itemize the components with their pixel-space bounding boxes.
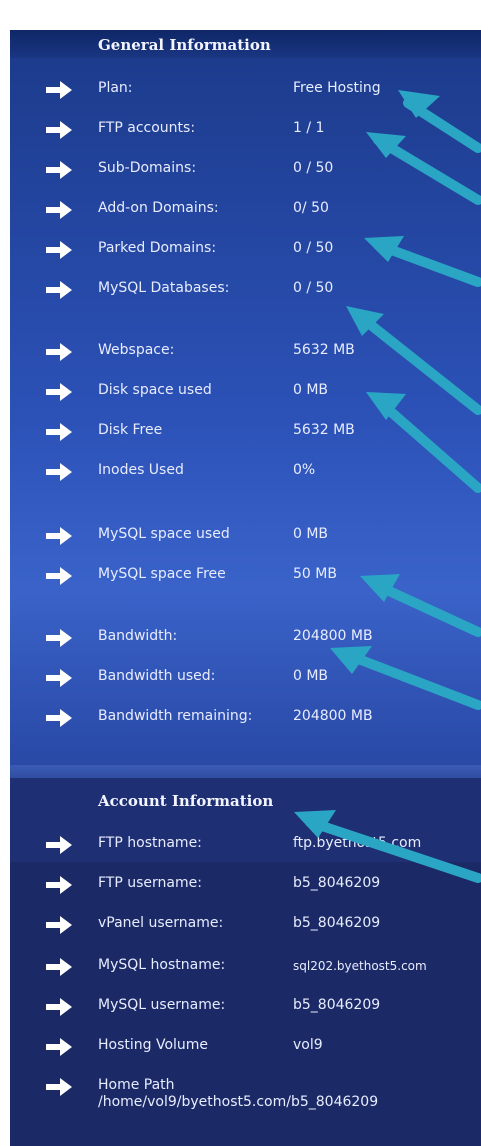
value-bandwidth: 204800 MB (293, 628, 373, 644)
row-bandwidth-remaining: Bandwidth remaining: 204800 MB (0, 703, 481, 733)
right-arrow-icon (46, 998, 72, 1016)
row-sub-domains: Sub-Domains: 0 / 50 (0, 155, 481, 185)
right-arrow-icon (46, 958, 72, 976)
right-arrow-icon (46, 527, 72, 545)
general-information-heading: General Information (98, 36, 271, 54)
value-mysql-hostname: sql202.byethost5.com (293, 959, 427, 973)
right-arrow-icon (46, 836, 72, 854)
value-ftp-accounts: 1 / 1 (293, 120, 325, 136)
value-ftp-username: b5_8046209 (293, 875, 381, 891)
row-bandwidth: Bandwidth: 204800 MB (0, 623, 481, 653)
label-addon-domains: Add-on Domains: (98, 200, 219, 216)
value-parked-domains: 0 / 50 (293, 240, 334, 256)
label-home-path: Home Path (98, 1077, 175, 1093)
right-arrow-icon (46, 241, 72, 259)
right-arrow-icon (46, 161, 72, 179)
value-plan: Free Hosting (293, 80, 381, 96)
row-disk-space-used: Disk space used 0 MB (0, 377, 481, 407)
value-disk-free: 5632 MB (293, 422, 355, 438)
value-home-path: /home/vol9/byethost5.com/b5_8046209 (98, 1094, 379, 1110)
label-sub-domains: Sub-Domains: (98, 160, 197, 176)
right-arrow-icon (46, 1038, 72, 1056)
value-mysql-space-used: 0 MB (293, 526, 329, 542)
label-bandwidth-remaining: Bandwidth remaining: (98, 708, 253, 724)
row-parked-domains: Parked Domains: 0 / 50 (0, 235, 481, 265)
value-ftp-hostname: ftp.byethost5.com (293, 835, 422, 851)
label-bandwidth-used: Bandwidth used: (98, 668, 216, 684)
label-mysql-databases: MySQL Databases: (98, 280, 230, 296)
label-disk-space-used: Disk space used (98, 382, 212, 398)
row-ftp-accounts: FTP accounts: 1 / 1 (0, 115, 481, 145)
row-ftp-hostname: FTP hostname: ftp.byethost5.com (0, 830, 481, 860)
value-hosting-volume: vol9 (293, 1037, 323, 1053)
row-plan: Plan: Free Hosting (0, 75, 481, 105)
right-arrow-icon (46, 383, 72, 401)
right-arrow-icon (46, 121, 72, 139)
right-arrow-icon (46, 669, 72, 687)
label-ftp-accounts: FTP accounts: (98, 120, 196, 136)
right-arrow-icon (46, 1078, 72, 1096)
label-inodes-used: Inodes Used (98, 462, 184, 478)
label-disk-free: Disk Free (98, 422, 163, 438)
label-ftp-username: FTP username: (98, 875, 202, 891)
label-ftp-hostname: FTP hostname: (98, 835, 202, 851)
row-addon-domains: Add-on Domains: 0/ 50 (0, 195, 481, 225)
row-mysql-space-free: MySQL space Free 50 MB (0, 561, 481, 591)
row-mysql-username: MySQL username: b5_8046209 (0, 992, 481, 1022)
value-mysql-username: b5_8046209 (293, 997, 381, 1013)
right-arrow-icon (46, 567, 72, 585)
row-hosting-volume: Hosting Volume vol9 (0, 1032, 481, 1062)
value-inodes-used: 0% (293, 462, 316, 478)
value-addon-domains: 0/ 50 (293, 200, 329, 216)
right-arrow-icon (46, 709, 72, 727)
right-arrow-icon (46, 81, 72, 99)
label-mysql-hostname: MySQL hostname: (98, 957, 226, 973)
right-arrow-icon (46, 423, 72, 441)
value-vpanel-username: b5_8046209 (293, 915, 381, 931)
account-information-heading: Account Information (98, 792, 274, 810)
row-inodes-used: Inodes Used 0% (0, 457, 481, 487)
row-webspace: Webspace: 5632 MB (0, 337, 481, 367)
right-arrow-icon (46, 916, 72, 934)
row-mysql-databases: MySQL Databases: 0 / 50 (0, 275, 481, 305)
right-arrow-icon (46, 343, 72, 361)
right-arrow-icon (46, 201, 72, 219)
value-disk-space-used: 0 MB (293, 382, 329, 398)
label-webspace: Webspace: (98, 342, 175, 358)
row-mysql-space-used: MySQL space used 0 MB (0, 521, 481, 551)
row-mysql-hostname: MySQL hostname: sql202.byethost5.com (0, 952, 481, 982)
label-bandwidth: Bandwidth: (98, 628, 178, 644)
value-webspace: 5632 MB (293, 342, 355, 358)
label-plan: Plan: (98, 80, 133, 96)
row-vpanel-username: vPanel username: b5_8046209 (0, 910, 481, 940)
label-mysql-space-used: MySQL space used (98, 526, 230, 542)
row-disk-free: Disk Free 5632 MB (0, 417, 481, 447)
value-bandwidth-used: 0 MB (293, 668, 329, 684)
row-ftp-username: FTP username: b5_8046209 (0, 870, 481, 900)
value-sub-domains: 0 / 50 (293, 160, 334, 176)
label-parked-domains: Parked Domains: (98, 240, 217, 256)
value-mysql-databases: 0 / 50 (293, 280, 334, 296)
label-vpanel-username: vPanel username: (98, 915, 224, 931)
right-arrow-icon (46, 876, 72, 894)
value-bandwidth-remaining: 204800 MB (293, 708, 373, 724)
label-mysql-username: MySQL username: (98, 997, 226, 1013)
value-mysql-space-free: 50 MB (293, 566, 337, 582)
right-arrow-icon (46, 629, 72, 647)
right-arrow-icon (46, 281, 72, 299)
right-arrow-icon (46, 463, 72, 481)
label-mysql-space-free: MySQL space Free (98, 566, 226, 582)
row-bandwidth-used: Bandwidth used: 0 MB (0, 663, 481, 693)
label-hosting-volume: Hosting Volume (98, 1037, 209, 1053)
